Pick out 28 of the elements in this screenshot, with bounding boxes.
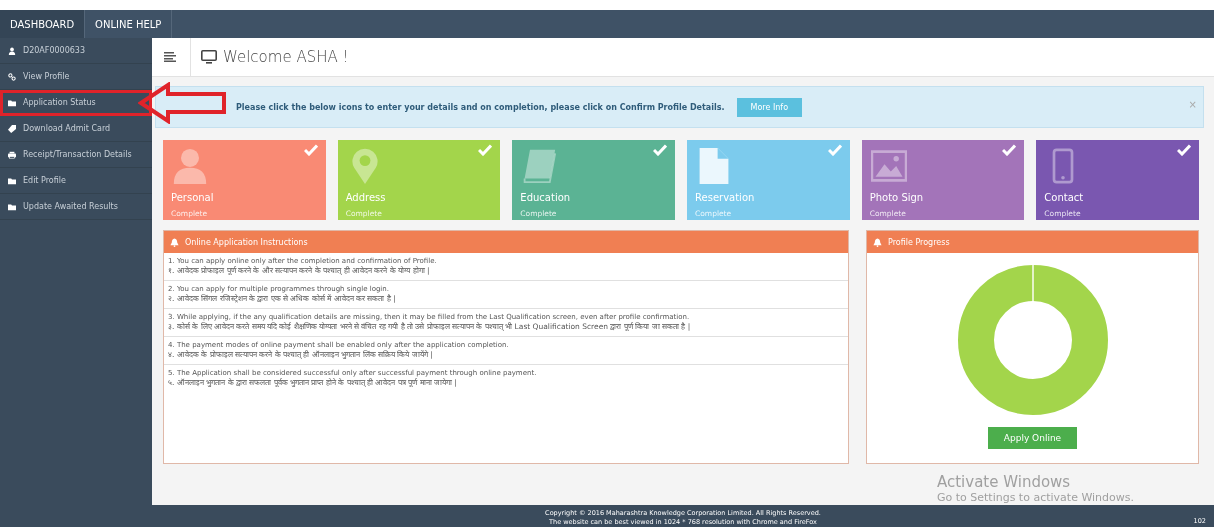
printer-icon — [8, 150, 16, 159]
tag-icon — [8, 124, 16, 133]
monitor-icon — [201, 50, 217, 64]
book-icon — [521, 148, 558, 184]
person-icon — [172, 148, 208, 184]
tile-title: Personal — [171, 192, 215, 203]
nav-tab[interactable]: DASHBOARD — [0, 10, 86, 38]
bell-icon — [170, 237, 179, 247]
panel-title: Online Application Instructions — [185, 237, 308, 247]
user-icon — [8, 46, 16, 55]
activation-title: Activate Windows — [936, 473, 1072, 491]
sidebar-item[interactable]: Application Status — [0, 90, 152, 116]
welcome-title: Welcome ASHA ! — [223, 48, 349, 66]
link-icon — [8, 72, 16, 81]
image-icon — [870, 148, 907, 184]
folder-icon — [8, 98, 16, 107]
folder-icon — [8, 202, 16, 211]
panel-title: Profile Progress — [888, 237, 950, 247]
tile-title: Photo Sign — [869, 192, 925, 203]
tile-title: Education — [520, 192, 572, 203]
tile-title: Contact — [1044, 192, 1085, 203]
menu-icon[interactable] — [164, 52, 176, 62]
tile-title: Reservation — [695, 192, 756, 203]
activation-text: Go to Settings to activate Windows. — [936, 491, 1134, 504]
alert-message: Please click the below icons to enter your details and on completion, please click on Confirm Profile Details. — [236, 102, 725, 112]
tile-title: Address — [345, 192, 387, 203]
folder-icon — [8, 176, 16, 185]
bell-icon — [873, 237, 882, 247]
